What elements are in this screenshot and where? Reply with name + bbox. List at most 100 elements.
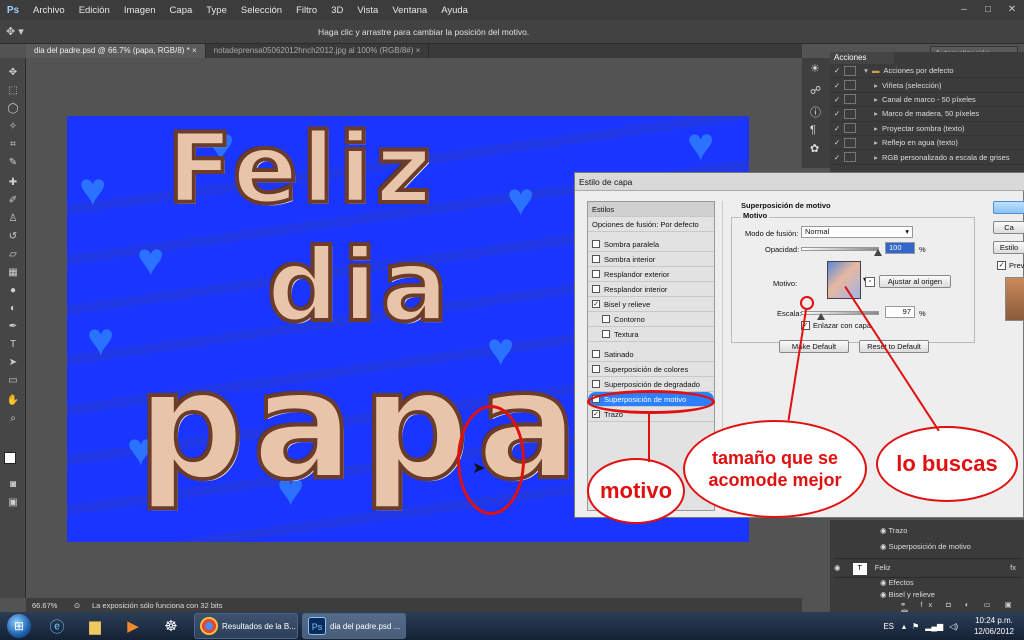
opacity-slider-thumb[interactable] (874, 249, 882, 256)
checkbox[interactable] (602, 315, 610, 323)
quick-mask-icon[interactable]: ◙ (5, 478, 21, 492)
zoom-tool-icon[interactable]: ⌕ (5, 412, 21, 426)
dodge-tool-icon[interactable]: ◐ (5, 302, 21, 316)
adjust-icon[interactable]: ☍ (810, 84, 821, 97)
checkbox[interactable] (592, 365, 600, 373)
style-item-resplandor-exterior[interactable]: Resplandor exterior (588, 267, 714, 282)
close-button[interactable]: ✕ (1000, 0, 1024, 20)
type-tool-icon[interactable]: T (5, 338, 21, 352)
close-tab-icon[interactable]: × (192, 46, 197, 55)
eraser-tool-icon[interactable]: ▱ (5, 248, 21, 262)
brush-tool-icon[interactable]: ✐ (5, 194, 21, 208)
style-item-superposicion-colores[interactable]: Superposición de colores (588, 362, 714, 377)
action-row[interactable]: ✓ ▸ Marco de madera, 50 píxeles (830, 107, 1024, 122)
style-item-estilos[interactable]: Estilos (588, 202, 714, 217)
move-tool-icon[interactable]: ✥ (5, 66, 21, 80)
paragraph-icon[interactable]: ¶ (810, 124, 816, 136)
eye-icon[interactable]: ◉ (880, 526, 889, 535)
ok-button[interactable] (993, 201, 1024, 214)
file-explorer-icon[interactable]: ▆ (76, 613, 114, 639)
eye-icon[interactable]: ◉ (880, 542, 889, 551)
reset-default-button[interactable]: Reset to Default (859, 340, 929, 353)
hand-tool-icon[interactable]: ✋ (5, 394, 21, 408)
checkbox[interactable] (602, 330, 610, 338)
action-row[interactable]: ✓ ▸ Proyectar sombra (texto) (830, 122, 1024, 136)
menu-type[interactable]: Type (199, 5, 234, 16)
taskbar-item-photoshop[interactable]: Ps dia del padre.psd ... (302, 613, 406, 639)
action-row[interactable]: ✓ ▸ Viñeta (selección) (830, 78, 1024, 93)
start-button[interactable]: ⊞ (0, 612, 38, 640)
gradient-tool-icon[interactable]: ▦ (5, 266, 21, 280)
blur-tool-icon[interactable]: ● (5, 284, 21, 298)
tray-expand-icon[interactable]: ▴ (902, 622, 906, 631)
scale-input[interactable]: 97 (885, 306, 915, 318)
screen-mode-icon[interactable]: ▣ (5, 496, 21, 510)
style-item-sombra-paralela[interactable]: Sombra paralela (588, 237, 714, 252)
eye-icon[interactable]: ◉ (880, 590, 889, 599)
app-pin-icon[interactable]: ☸ (152, 613, 190, 639)
cancel-button[interactable]: Ca (993, 221, 1024, 234)
checkbox[interactable] (592, 285, 600, 293)
make-default-button[interactable]: Make Default (779, 340, 849, 353)
eye-icon[interactable]: ◉ (834, 563, 841, 572)
menu-vista[interactable]: Vista (350, 5, 385, 16)
pattern-picker[interactable] (827, 261, 861, 299)
tab-notadeprensa[interactable]: notadeprensa05062012hnch2012.jpg al 100%… (206, 44, 430, 58)
lasso-tool-icon[interactable]: ◯ (5, 102, 21, 116)
checkbox[interactable]: ✓ (592, 410, 600, 418)
style-item-fusion[interactable]: Opciones de fusión: Por defecto (588, 217, 714, 232)
zoom-level[interactable]: 66.67% (26, 601, 62, 610)
marquee-tool-icon[interactable]: ⬚ (5, 84, 21, 98)
fx-icon[interactable]: fx (1010, 563, 1016, 572)
layer-effect-trazo[interactable]: ◉ Trazo (880, 526, 907, 535)
media-player-icon[interactable]: ▶ (114, 613, 152, 639)
action-row[interactable]: ✓ ▾ ▬ Acciones por defecto (830, 64, 1024, 79)
language-indicator[interactable]: ES (883, 622, 894, 631)
opacity-slider[interactable] (801, 247, 879, 251)
network-icon[interactable]: ▂▄▆ (925, 622, 943, 631)
maximize-button[interactable]: □ (976, 0, 1000, 20)
brightness-icon[interactable]: ☀ (810, 62, 820, 75)
action-row[interactable]: ✓ ▸ Canal de marco - 50 píxeles (830, 93, 1024, 108)
eye-icon[interactable]: ◉ (880, 578, 889, 587)
style-item-resplandor-interior[interactable]: Resplandor interior (588, 282, 714, 297)
layer-feliz[interactable]: ◉ T Feliz fx (834, 558, 1022, 578)
eyedropper-icon[interactable]: ✎ (5, 156, 21, 170)
layer-effect-motivo[interactable]: ◉ Superposición de motivo (880, 542, 971, 551)
menu-ventana[interactable]: Ventana (385, 5, 434, 16)
palette-icon[interactable]: ✿ (810, 142, 819, 155)
checkbox[interactable] (592, 270, 600, 278)
info-icon[interactable]: ⓘ (810, 104, 821, 120)
new-preset-icon[interactable]: ▫ (865, 277, 875, 287)
actions-panel-title[interactable]: Acciones (830, 52, 894, 64)
pen-tool-icon[interactable]: ✒ (5, 320, 21, 334)
style-item-bisel[interactable]: ✓ Bisel y relieve (588, 297, 714, 312)
move-tool-icon[interactable]: ✥ ▾ (6, 25, 24, 38)
blend-mode-select[interactable]: Normal ▾ (801, 226, 913, 238)
menu-seleccion[interactable]: Selección (234, 5, 289, 16)
preview-checkbox[interactable]: ✓ (997, 261, 1006, 270)
shape-tool-icon[interactable]: ▭ (5, 374, 21, 388)
healing-brush-icon[interactable]: ✚ (5, 176, 21, 190)
crop-tool-icon[interactable]: ⌗ (5, 138, 21, 152)
taskbar-item-chrome[interactable]: Resultados de la B... (194, 613, 298, 639)
menu-imagen[interactable]: Imagen (117, 5, 163, 16)
checkbox[interactable] (592, 240, 600, 248)
opacity-input[interactable]: 100 (885, 242, 915, 254)
flag-icon[interactable]: ⚑ (912, 622, 919, 631)
minimize-button[interactable]: – (952, 0, 976, 20)
checkbox[interactable] (592, 380, 600, 388)
clock[interactable]: 10:24 p.m. 12/06/2012 (964, 615, 1024, 637)
style-item-textura[interactable]: Textura (588, 327, 714, 342)
layer-effect-bisel[interactable]: ◉ Bisel y relieve (880, 590, 935, 599)
menu-ayuda[interactable]: Ayuda (434, 5, 475, 16)
style-item-satinado[interactable]: Satinado (588, 347, 714, 362)
volume-icon[interactable]: ◁) (949, 622, 958, 631)
menu-3d[interactable]: 3D (324, 5, 350, 16)
checkbox[interactable] (592, 255, 600, 263)
clone-stamp-icon[interactable]: ♙ (5, 212, 21, 226)
magic-wand-icon[interactable]: ✧ (5, 120, 21, 134)
checkbox[interactable]: ✓ (592, 300, 600, 308)
checkbox[interactable] (592, 350, 600, 358)
menu-capa[interactable]: Capa (163, 5, 200, 16)
